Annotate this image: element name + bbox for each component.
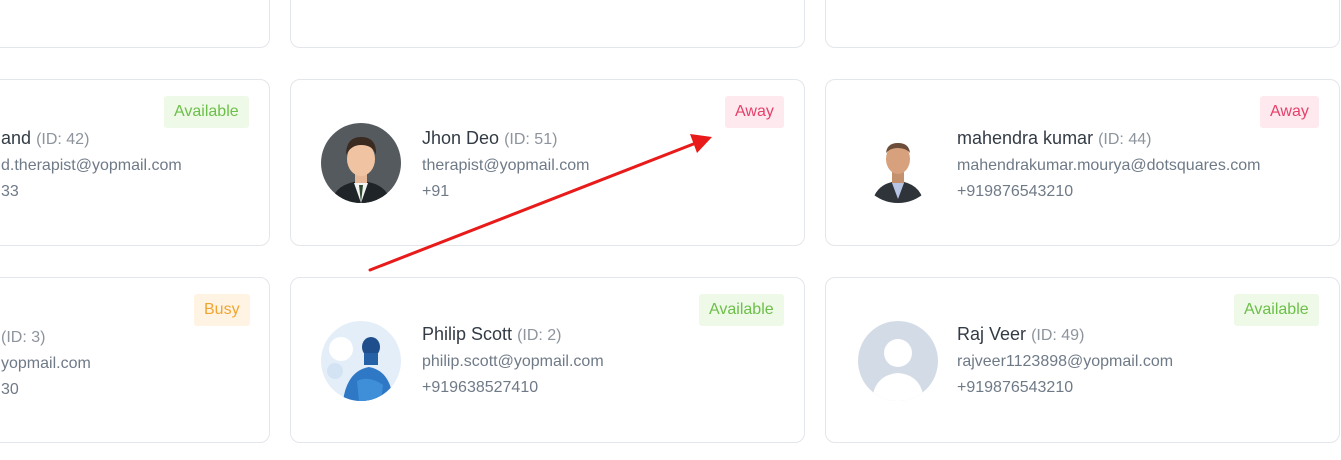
therapist-id: (ID: 44) [1098, 131, 1152, 148]
therapist-card[interactable] [290, 0, 805, 48]
therapist-phone: 30 [1, 381, 19, 398]
therapist-phone: +919876543210 [957, 379, 1074, 396]
status-badge: Available [1234, 294, 1319, 326]
therapist-card[interactable] [0, 0, 270, 48]
therapist-id: (ID: 51) [504, 131, 558, 148]
therapist-card[interactable]: Jhon Deo (ID: 51) therapist@yopmail.com … [290, 79, 805, 246]
status-badge: Busy [194, 294, 250, 326]
therapist-info: mahendra kumar (ID: 44) mahendrakumar.mo… [957, 127, 1261, 202]
therapist-name: (ID: 3) [1, 325, 91, 349]
therapist-id: (ID: 2) [517, 327, 562, 344]
therapist-info: Philip Scott (ID: 2) philip.scott@yopmai… [422, 323, 604, 398]
therapist-name: Jhon Deo (ID: 51) [422, 128, 558, 148]
therapist-name: and (ID: 42) [1, 128, 90, 148]
therapist-info: Jhon Deo (ID: 51) therapist@yopmail.com … [422, 127, 589, 202]
therapist-id: (ID: 3) [1, 329, 46, 346]
default-user-icon [858, 321, 938, 401]
therapist-phone: +919638527410 [422, 379, 539, 396]
avatar [321, 321, 401, 401]
therapist-id: (ID: 49) [1031, 327, 1085, 344]
therapist-phone: +91 [422, 183, 450, 200]
therapist-phone: +919876543210 [957, 183, 1074, 200]
therapist-card[interactable]: Raj Veer (ID: 49) rajveer1123898@yopmail… [825, 277, 1340, 443]
therapist-id: (ID: 42) [36, 131, 90, 148]
therapist-email: mahendrakumar.mourya@dotsquares.com [957, 157, 1261, 174]
therapist-card[interactable]: mahendra kumar (ID: 44) mahendrakumar.mo… [825, 79, 1340, 246]
therapist-info: (ID: 3) yopmail.com 30 [1, 325, 91, 400]
status-badge: Away [725, 96, 784, 128]
therapist-email: d.therapist@yopmail.com [1, 157, 182, 174]
therapist-card[interactable]: Philip Scott (ID: 2) philip.scott@yopmai… [290, 277, 805, 443]
avatar [858, 123, 938, 203]
status-badge: Away [1260, 96, 1319, 128]
therapist-card[interactable]: and (ID: 42) d.therapist@yopmail.com 33 … [0, 79, 270, 246]
therapist-name: Raj Veer (ID: 49) [957, 324, 1085, 344]
therapist-info: Raj Veer (ID: 49) rajveer1123898@yopmail… [957, 323, 1173, 398]
surgeon-avatar-icon [321, 321, 401, 401]
therapist-card[interactable]: (ID: 3) yopmail.com 30 Busy [0, 277, 270, 443]
therapist-email: yopmail.com [1, 355, 91, 372]
therapist-name: mahendra kumar (ID: 44) [957, 128, 1152, 148]
therapist-phone: 33 [1, 183, 19, 200]
therapist-name: Philip Scott (ID: 2) [422, 324, 562, 344]
status-badge: Available [164, 96, 249, 128]
therapist-email: therapist@yopmail.com [422, 157, 590, 174]
therapist-info: and (ID: 42) d.therapist@yopmail.com 33 [1, 127, 182, 202]
therapist-card[interactable] [825, 0, 1340, 48]
therapist-email: philip.scott@yopmail.com [422, 353, 604, 370]
status-badge: Available [699, 294, 784, 326]
avatar [321, 123, 401, 203]
man-photo-avatar-icon [858, 123, 938, 203]
avatar [858, 321, 938, 401]
therapist-email: rajveer1123898@yopmail.com [957, 353, 1174, 370]
man-in-suit-avatar-icon [321, 123, 401, 203]
